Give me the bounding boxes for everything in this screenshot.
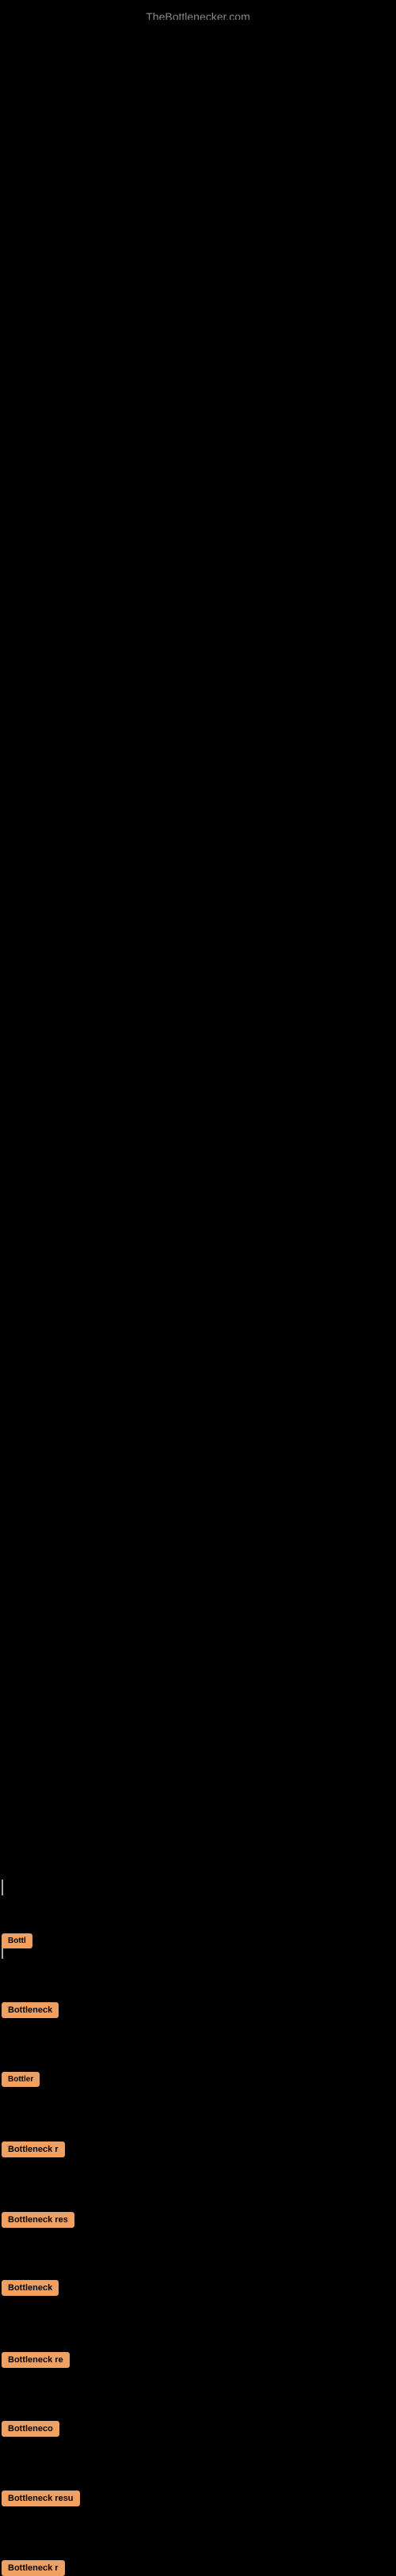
bottleneck-button-5[interactable]: Bottleneck res xyxy=(2,2212,74,2228)
bottleneck-button-3[interactable]: Bottler xyxy=(2,2072,40,2087)
bottleneck-button-8[interactable]: Bottleneco xyxy=(2,2421,59,2437)
bottleneck-button-10[interactable]: Bottleneck r xyxy=(2,2560,65,2576)
bottleneck-button-1[interactable]: Bottl xyxy=(2,1933,32,1948)
bottleneck-button-4[interactable]: Bottleneck r xyxy=(2,2142,65,2157)
bottleneck-button-6[interactable]: Bottleneck xyxy=(2,2280,59,2296)
bottleneck-button-7[interactable]: Bottleneck re xyxy=(2,2352,70,2368)
bottleneck-button-2[interactable]: Bottleneck xyxy=(2,2002,59,2018)
bottleneck-button-9[interactable]: Bottleneck resu xyxy=(2,2491,80,2506)
main-content-area xyxy=(0,20,396,1887)
cursor-line-1 xyxy=(2,1880,3,1895)
